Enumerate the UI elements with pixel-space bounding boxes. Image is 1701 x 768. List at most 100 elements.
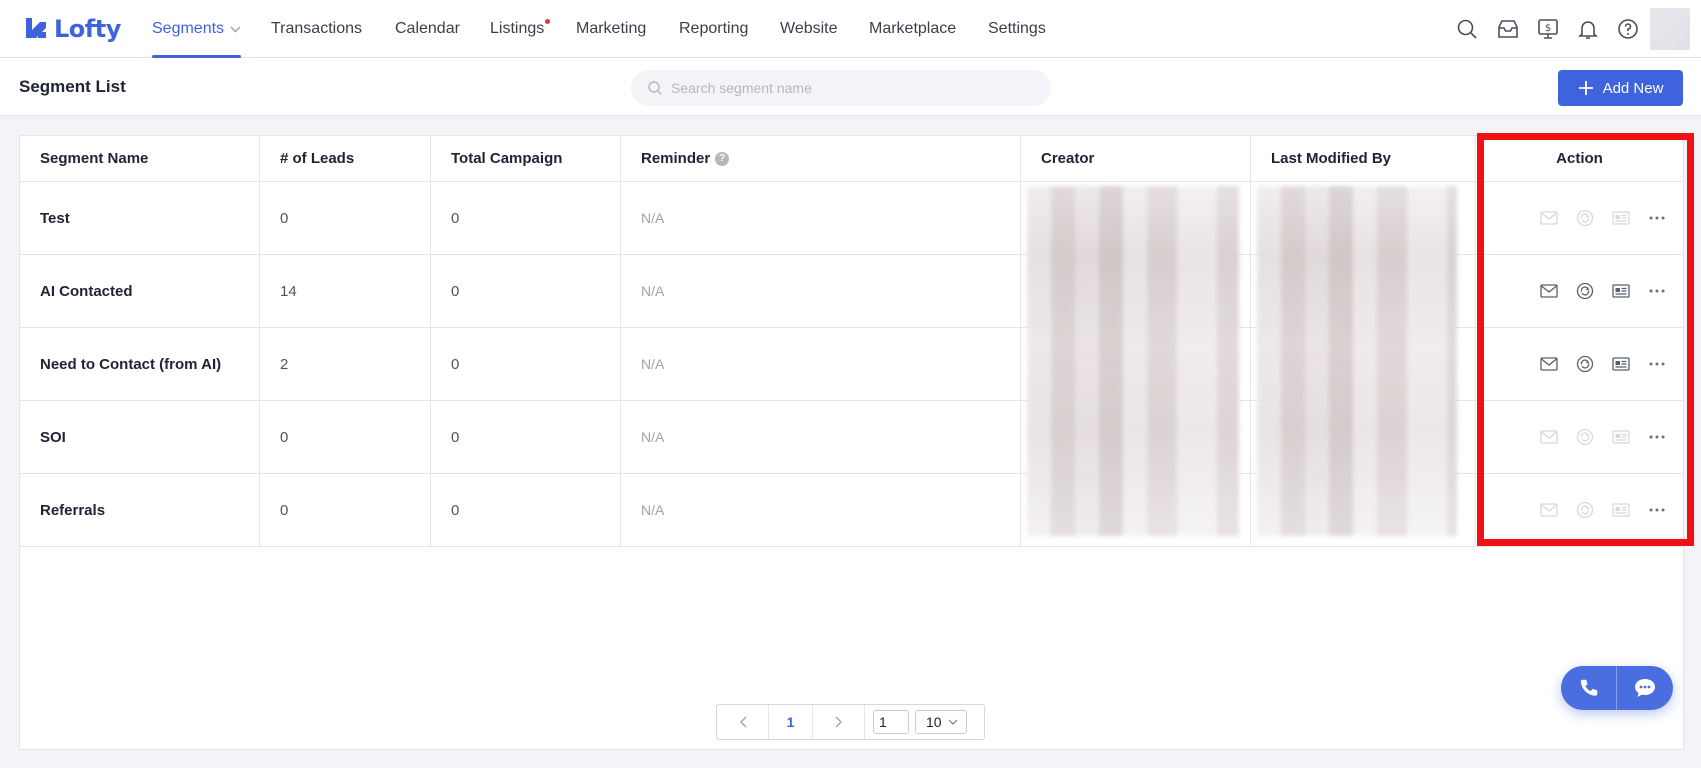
top-navigation: Lofty Segments Transactions Calendar Lis… [0, 0, 1701, 58]
action-cell [1476, 182, 1683, 254]
more-options-icon[interactable] [1647, 281, 1667, 301]
add-new-button[interactable]: Add New [1558, 70, 1683, 106]
table-header-row: Segment Name # of Leads Total Campaign R… [20, 136, 1683, 182]
chevron-down-icon [948, 719, 958, 725]
column-header-creator: Creator [1021, 136, 1251, 181]
nav-item-settings[interactable]: Settings [988, 0, 1046, 58]
page-size-value: 10 [926, 714, 942, 730]
segment-name-cell[interactable]: SOI [20, 401, 260, 473]
prev-page-button[interactable] [717, 705, 769, 739]
reminder-cell-text: N/A [641, 283, 665, 299]
more-options-icon[interactable] [1647, 354, 1667, 374]
nav-item-marketing[interactable]: Marketing [576, 0, 646, 58]
campaign-icon[interactable] [1575, 427, 1595, 447]
segment-name-cell[interactable]: Referrals [20, 474, 260, 546]
segment-name-cell-text: Test [40, 209, 70, 227]
more-options-icon[interactable] [1647, 208, 1667, 228]
next-page-button[interactable] [813, 705, 865, 739]
column-header-label: Action [1556, 150, 1603, 167]
search-icon[interactable] [1455, 17, 1479, 41]
leads-count-cell: 2 [260, 328, 431, 400]
lofty-logo[interactable]: Lofty [24, 14, 121, 44]
nav-item-label: Listings [490, 20, 545, 37]
segment-name-cell-text: Referrals [40, 501, 106, 519]
phone-call-button[interactable] [1561, 666, 1617, 710]
billing-icon[interactable]: $ [1536, 17, 1560, 41]
total-campaign-cell-text: 0 [451, 355, 460, 373]
column-header-label: Total Campaign [451, 150, 563, 167]
segment-table: Segment Name # of Leads Total Campaign R… [19, 135, 1684, 750]
plus-icon [1578, 81, 1593, 95]
listing-alert-icon[interactable] [1611, 500, 1631, 520]
column-header-segment-name[interactable]: Segment Name [20, 136, 260, 181]
column-header-action: Action [1476, 136, 1683, 181]
reminder-cell: N/A [621, 401, 1021, 473]
leads-count-cell-text: 14 [280, 282, 297, 300]
pagination: 1 10 [716, 704, 985, 740]
chat-button[interactable] [1617, 666, 1673, 710]
nav-item-segments[interactable]: Segments [152, 0, 242, 58]
nav-item-label: Segments [152, 20, 225, 38]
reminder-cell-text: N/A [641, 429, 665, 445]
reminder-help-icon[interactable]: ? [715, 151, 730, 166]
segment-name-cell[interactable]: Need to Contact (from AI) [20, 328, 260, 400]
page-size-select[interactable]: 10 [915, 710, 967, 734]
segment-name-cell[interactable]: Test [20, 182, 260, 254]
avatar[interactable] [1650, 8, 1690, 50]
nav-item-listings[interactable]: Listings [490, 0, 551, 58]
more-options-icon[interactable] [1647, 427, 1667, 447]
total-campaign-cell: 0 [431, 474, 621, 546]
nav-item-calendar[interactable]: Calendar [395, 0, 460, 58]
phone-icon [1580, 679, 1597, 696]
column-header-leads[interactable]: # of Leads [260, 136, 431, 181]
total-campaign-cell: 0 [431, 255, 621, 327]
campaign-icon[interactable] [1575, 281, 1595, 301]
campaign-icon[interactable] [1575, 354, 1595, 374]
listing-alert-icon[interactable] [1611, 427, 1631, 447]
column-header-total-campaign[interactable]: Total Campaign [431, 136, 621, 181]
listing-alert-icon[interactable] [1611, 208, 1631, 228]
listing-alert-icon[interactable] [1611, 281, 1631, 301]
segment-name-cell[interactable]: AI Contacted [20, 255, 260, 327]
send-email-icon[interactable] [1539, 354, 1559, 374]
leads-count-cell: 0 [260, 182, 431, 254]
nav-item-website[interactable]: Website [780, 0, 838, 58]
campaign-icon[interactable] [1575, 208, 1595, 228]
total-campaign-cell-text: 0 [451, 501, 460, 519]
action-cell [1476, 255, 1683, 327]
search-box[interactable] [631, 70, 1051, 106]
action-cell [1476, 328, 1683, 400]
send-email-icon[interactable] [1539, 427, 1559, 447]
segment-name-cell-text: AI Contacted [40, 282, 133, 300]
send-email-icon[interactable] [1539, 208, 1559, 228]
chevron-left-icon [739, 716, 746, 728]
more-options-icon[interactable] [1647, 500, 1667, 520]
redacted-modifier-column [1257, 186, 1457, 536]
reminder-cell-text: N/A [641, 210, 665, 226]
send-email-icon[interactable] [1539, 500, 1559, 520]
send-email-icon[interactable] [1539, 281, 1559, 301]
chevron-down-icon [230, 0, 241, 58]
bell-icon[interactable] [1576, 17, 1600, 41]
column-header-last-modified-by: Last Modified By [1251, 136, 1476, 181]
column-header-reminder: Reminder? [621, 136, 1021, 181]
column-header-label: Last Modified By [1271, 150, 1392, 167]
column-header-label: # of Leads [280, 150, 355, 167]
leads-count-cell: 0 [260, 401, 431, 473]
help-icon[interactable] [1616, 17, 1640, 41]
total-campaign-cell: 0 [431, 328, 621, 400]
page-number-current[interactable]: 1 [769, 705, 813, 739]
campaign-icon[interactable] [1575, 500, 1595, 520]
listing-alert-icon[interactable] [1611, 354, 1631, 374]
segment-name-cell-text: Need to Contact (from AI) [40, 355, 222, 373]
nav-item-transactions[interactable]: Transactions [271, 0, 362, 58]
inbox-icon[interactable] [1496, 17, 1520, 41]
search-input[interactable] [671, 80, 1031, 96]
goto-page-input[interactable] [873, 710, 909, 734]
leads-count-cell: 14 [260, 255, 431, 327]
total-campaign-cell: 0 [431, 401, 621, 473]
notification-dot [545, 19, 551, 24]
chat-icon [1635, 679, 1655, 697]
nav-item-marketplace[interactable]: Marketplace [869, 0, 956, 58]
nav-item-reporting[interactable]: Reporting [679, 0, 748, 58]
